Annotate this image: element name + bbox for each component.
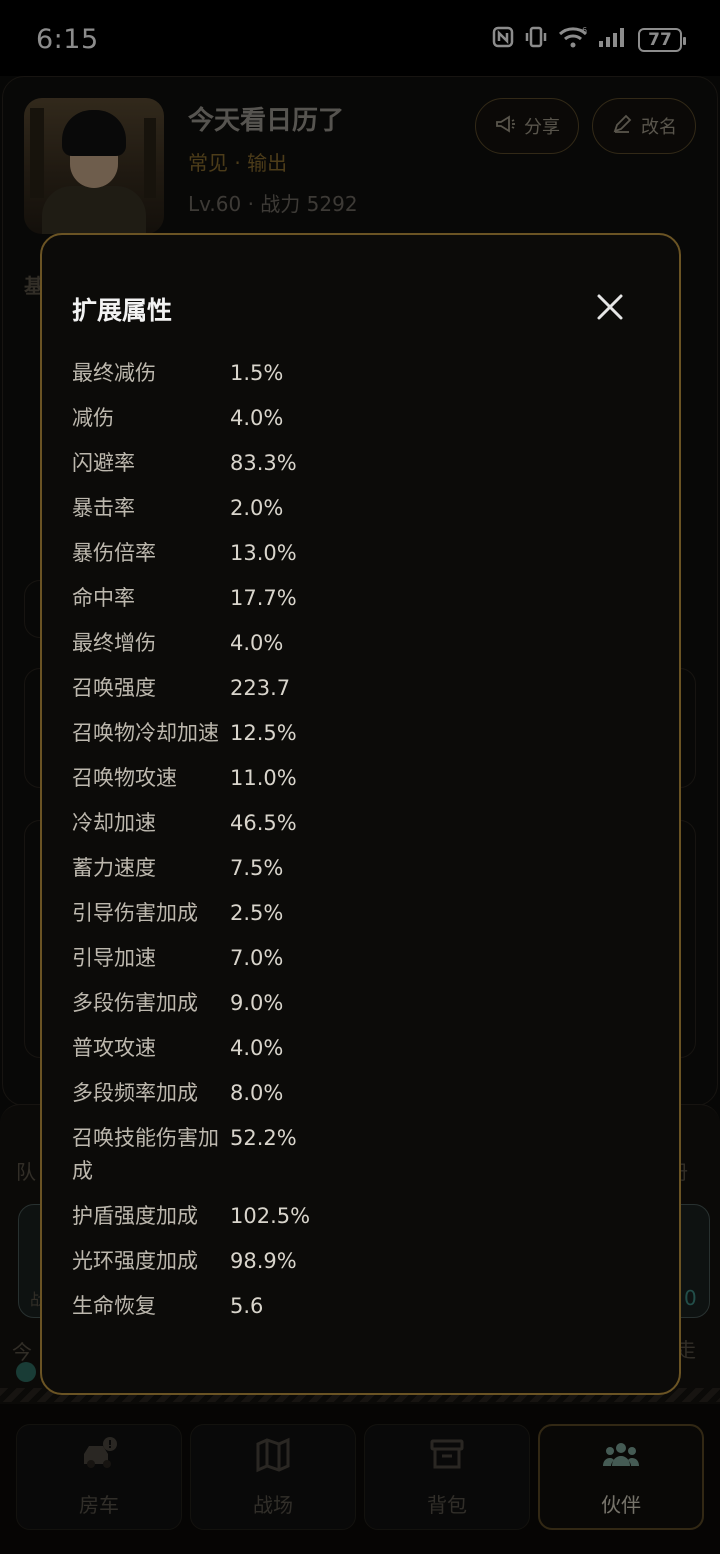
attribute-value: 17.7% [230, 586, 297, 610]
attribute-value: 52.2% [230, 1126, 297, 1150]
attribute-value: 223.7 [230, 676, 291, 700]
attribute-label: 闪避率 [72, 451, 135, 475]
attribute-row: 闪避率 83.3% [72, 447, 632, 480]
attribute-row: 召唤物冷却加速 12.5% [72, 717, 632, 750]
attribute-label: 蓄力速度 [72, 856, 156, 880]
attribute-label: 多段伤害加成 [72, 991, 198, 1015]
attribute-value: 98.9% [230, 1249, 297, 1273]
attribute-row: 最终减伤 1.5% [72, 357, 632, 390]
attribute-row: 召唤物攻速 11.0% [72, 762, 632, 795]
attribute-value: 4.0% [230, 406, 284, 430]
attribute-label: 命中率 [72, 586, 135, 610]
attribute-value: 83.3% [230, 451, 297, 475]
attribute-row: 引导伤害加成 2.5% [72, 897, 632, 930]
attribute-value: 7.0% [230, 946, 284, 970]
attribute-value: 1.5% [230, 361, 284, 385]
attribute-value: 9.0% [230, 991, 284, 1015]
attribute-label: 召唤技能伤害加成 [72, 1126, 219, 1183]
attribute-row: 召唤强度 223.7 [72, 672, 632, 705]
attribute-row: 减伤 4.0% [72, 402, 632, 435]
attribute-row: 冷却加速 46.5% [72, 807, 632, 840]
dialog-title: 扩展属性 [72, 296, 173, 325]
attribute-label: 生命恢复 [72, 1294, 156, 1318]
attribute-label: 召唤强度 [72, 676, 156, 700]
attribute-label: 光环强度加成 [72, 1249, 198, 1273]
attribute-value: 8.0% [230, 1081, 284, 1105]
attribute-label: 引导伤害加成 [72, 901, 198, 925]
attribute-row: 普攻攻速 4.0% [72, 1032, 632, 1065]
attribute-row: 召唤技能伤害加成 52.2% [72, 1122, 632, 1188]
attribute-row: 最终增伤 4.0% [72, 627, 632, 660]
attribute-row: 暴伤倍率 13.0% [72, 537, 632, 570]
attribute-value: 11.0% [230, 766, 297, 790]
attribute-value: 7.5% [230, 856, 284, 880]
close-icon [595, 292, 625, 326]
attribute-label: 引导加速 [72, 946, 156, 970]
attribute-value: 2.5% [230, 901, 284, 925]
attribute-row: 蓄力速度 7.5% [72, 852, 632, 885]
attribute-label: 最终增伤 [72, 631, 156, 655]
attribute-value: 102.5% [230, 1204, 311, 1228]
attribute-row: 暴击率 2.0% [72, 492, 632, 525]
attribute-label: 暴伤倍率 [72, 541, 156, 565]
attribute-row: 命中率 17.7% [72, 582, 632, 615]
extended-attributes-dialog: 扩展属性 最终减伤 1.5% 减伤 4.0% 闪避率 83.3% 暴击率 2.0% 暴伤倍率 13… [40, 233, 681, 1395]
attribute-value: 5.6 [230, 1294, 264, 1318]
attribute-label: 召唤物攻速 [72, 766, 177, 790]
attribute-label: 护盾强度加成 [72, 1204, 198, 1228]
attribute-label: 减伤 [72, 406, 114, 430]
attribute-label: 普攻攻速 [72, 1036, 156, 1060]
attribute-value: 4.0% [230, 1036, 284, 1060]
attribute-row: 光环强度加成 98.9% [72, 1245, 632, 1278]
attribute-value: 2.0% [230, 496, 284, 520]
attribute-label: 召唤物冷却加速 [72, 721, 219, 745]
attribute-value: 4.0% [230, 631, 284, 655]
attribute-value: 12.5% [230, 721, 297, 745]
attribute-row: 生命恢复 5.6 [72, 1290, 632, 1323]
attribute-value: 13.0% [230, 541, 297, 565]
attribute-row: 多段伤害加成 9.0% [72, 987, 632, 1020]
attribute-list: 最终减伤 1.5% 减伤 4.0% 闪避率 83.3% 暴击率 2.0% 暴伤倍率 13.0% 命中… [72, 357, 632, 1335]
attribute-label: 最终减伤 [72, 361, 156, 385]
attribute-label: 多段频率加成 [72, 1081, 198, 1105]
attribute-label: 暴击率 [72, 496, 135, 520]
attribute-value: 46.5% [230, 811, 297, 835]
close-button[interactable] [590, 289, 630, 329]
attribute-row: 引导加速 7.0% [72, 942, 632, 975]
attribute-label: 冷却加速 [72, 811, 156, 835]
attribute-row: 护盾强度加成 102.5% [72, 1200, 632, 1233]
attribute-row: 多段频率加成 8.0% [72, 1077, 632, 1110]
